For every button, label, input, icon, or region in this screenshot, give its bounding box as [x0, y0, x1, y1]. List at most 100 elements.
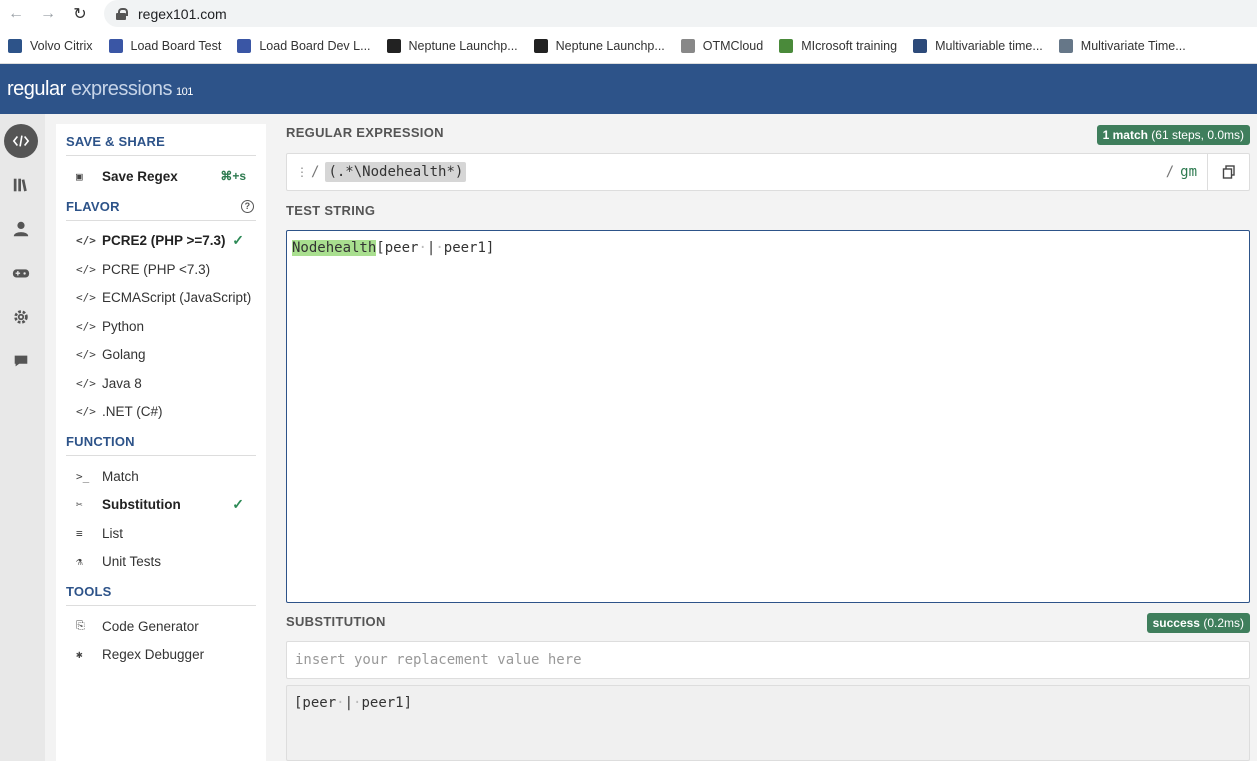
- drag-handle-icon[interactable]: ⋮: [296, 165, 308, 179]
- bookmarks-bar: Volvo Citrix Load Board Test Load Board De…: [0, 28, 1257, 64]
- sidebar-item[interactable]: ✱ Regex Debugger: [66, 641, 256, 670]
- substitution-input[interactable]: insert your replacement value here: [286, 641, 1250, 679]
- sidebar-item-label: Python: [102, 318, 145, 334]
- substitution-status-detail: (0.2ms): [1203, 616, 1244, 630]
- bookmark-label: Multivariate Time...: [1080, 38, 1186, 53]
- match-count: 1 match: [1102, 128, 1148, 142]
- sidebar-item[interactable]: </> Golang: [66, 341, 256, 370]
- regex-open-delimiter: /: [311, 164, 320, 180]
- bookmark-favicon-icon: [386, 38, 401, 53]
- bookmark-favicon-icon: [1058, 38, 1073, 53]
- bookmark-item[interactable]: Load Board Dev L...: [237, 38, 371, 53]
- bookmark-favicon-icon: [680, 38, 695, 53]
- function-title: FUNCTION: [66, 434, 256, 456]
- regex-editor-icon[interactable]: [4, 124, 38, 158]
- sidebar-item[interactable]: </> .NET (C#): [66, 398, 256, 427]
- sidebar-item[interactable]: </> Python: [66, 312, 256, 341]
- save-regex-button[interactable]: ▣ Save Regex ⌘+s: [66, 162, 256, 191]
- bookmark-favicon-icon: [237, 38, 252, 53]
- bookmark-label: Neptune Launchp...: [555, 38, 665, 53]
- bookmark-item[interactable]: Neptune Launchp...: [533, 38, 665, 53]
- sidebar-item[interactable]: >_ Match: [66, 462, 256, 491]
- sidebar-item[interactable]: </> ECMAScript (JavaScript): [66, 284, 256, 313]
- flavor-title: FLAVOR ?: [66, 199, 256, 221]
- icon-rail: [0, 114, 45, 761]
- back-arrow-icon[interactable]: ←: [0, 0, 32, 28]
- test-text-b: peer1]: [443, 240, 495, 256]
- sidebar-item[interactable]: </> PCRE (PHP <7.3): [66, 255, 256, 284]
- match-info-badge[interactable]: 1 match (61 steps, 0.0ms): [1096, 125, 1250, 145]
- sidebar-item-label: Code Generator: [102, 618, 199, 634]
- bookmark-item[interactable]: OTMCloud: [680, 38, 763, 53]
- sidebar-item[interactable]: ⎘ Code Generator: [66, 612, 256, 641]
- library-icon[interactable]: [4, 168, 38, 202]
- code-icon: </>: [76, 291, 96, 305]
- flavor-list: </> PCRE2 (PHP >=7.3) ✓ </> PCRE (PHP <7.3) <…: [66, 227, 256, 427]
- regex-expression[interactable]: (.*\Nodehealth*): [325, 162, 467, 182]
- app-header: regular expressions 101: [0, 64, 1257, 114]
- sidebar-item[interactable]: ⚗ Unit Tests: [66, 548, 256, 577]
- help-icon[interactable]: ?: [241, 199, 254, 213]
- logo-light-text: expressions: [70, 77, 173, 100]
- match-highlight: Nodehealth: [292, 240, 377, 256]
- code-icon: </>: [76, 405, 96, 419]
- sidebar-item-label: Regex Debugger: [102, 647, 205, 663]
- regex-flags-text: gm: [1180, 164, 1197, 180]
- bookmark-label: MIcrosoft training: [801, 38, 898, 53]
- sidebar-item-label: Unit Tests: [102, 554, 162, 570]
- bookmark-item[interactable]: Multivariable time...: [913, 38, 1043, 53]
- settings-gear-icon[interactable]: [4, 300, 38, 334]
- whitespace-dot: ·: [418, 240, 427, 256]
- sidebar-item[interactable]: ✂ Substitution ✓: [66, 491, 256, 520]
- sidebar-item-label: Java 8: [102, 375, 142, 391]
- main-panel: REGULAR EXPRESSION 1 match (61 steps, 0.…: [276, 114, 1257, 761]
- browser-address-bar: ← → ↻ regex101.com: [0, 0, 1257, 28]
- output-text-a: [peer: [294, 695, 337, 711]
- bookmark-item[interactable]: Neptune Launchp...: [386, 38, 518, 53]
- bookmark-label: Neptune Launchp...: [408, 38, 518, 53]
- bookmark-item[interactable]: Multivariate Time...: [1058, 38, 1186, 53]
- quiz-gamepad-icon[interactable]: [4, 256, 38, 290]
- regex-flags[interactable]: / gm: [1166, 164, 1197, 180]
- flavor-title-text: FLAVOR: [66, 198, 120, 214]
- logo-number: 101: [176, 85, 193, 98]
- sidebar-item-label: Substitution: [102, 497, 181, 513]
- tool-icon: ✱: [76, 648, 83, 662]
- sidebar-item-label: List: [102, 525, 124, 541]
- code-icon: </>: [76, 262, 96, 276]
- whitespace-dot: ·: [435, 240, 444, 256]
- bookmark-favicon-icon: [8, 38, 22, 53]
- account-icon[interactable]: [4, 212, 38, 246]
- bookmark-label: Volvo Citrix: [30, 38, 93, 53]
- url-field[interactable]: regex101.com: [104, 0, 1257, 27]
- logo[interactable]: regular expressions 101: [7, 78, 193, 101]
- regex-input[interactable]: ⋮ / (.*\Nodehealth*) / gm: [286, 153, 1250, 191]
- test-string-label: TEST STRING: [286, 203, 376, 218]
- tools-title: TOOLS: [66, 584, 256, 606]
- substitution-output: [peer·|·peer1]: [286, 685, 1250, 761]
- forward-arrow-icon[interactable]: →: [32, 0, 64, 28]
- chat-icon[interactable]: [4, 344, 38, 378]
- url-text: regex101.com: [138, 5, 227, 22]
- reload-icon[interactable]: ↻: [64, 0, 96, 28]
- sidebar-item[interactable]: ≡ List: [66, 519, 256, 548]
- whitespace-dot: ·: [336, 695, 345, 711]
- code-icon: </>: [76, 234, 96, 248]
- sidebar: SAVE & SHARE ▣ Save Regex ⌘+s FLAVOR ? <…: [56, 124, 266, 761]
- regex-close-delimiter: /: [1165, 164, 1175, 180]
- copy-icon[interactable]: [1207, 154, 1249, 190]
- sidebar-item[interactable]: </> PCRE2 (PHP >=7.3) ✓: [66, 227, 256, 256]
- substitution-label: SUBSTITUTION: [286, 614, 386, 629]
- bookmark-item[interactable]: Volvo Citrix: [8, 38, 93, 53]
- bookmark-item[interactable]: MIcrosoft training: [779, 38, 898, 53]
- checkmark-icon: ✓: [232, 496, 244, 513]
- sidebar-item[interactable]: </> Java 8: [66, 369, 256, 398]
- test-string-editor[interactable]: Nodehealth[peer·|·peer1]: [286, 230, 1250, 603]
- output-pipe: |: [344, 695, 354, 711]
- bookmark-item[interactable]: Load Board Test: [108, 38, 221, 53]
- function-title-text: FUNCTION: [66, 434, 135, 449]
- regex-label: REGULAR EXPRESSION: [286, 125, 444, 140]
- lock-icon: [116, 8, 128, 20]
- floppy-disk-icon: ▣: [76, 169, 83, 183]
- output-text-b: peer1]: [361, 695, 413, 711]
